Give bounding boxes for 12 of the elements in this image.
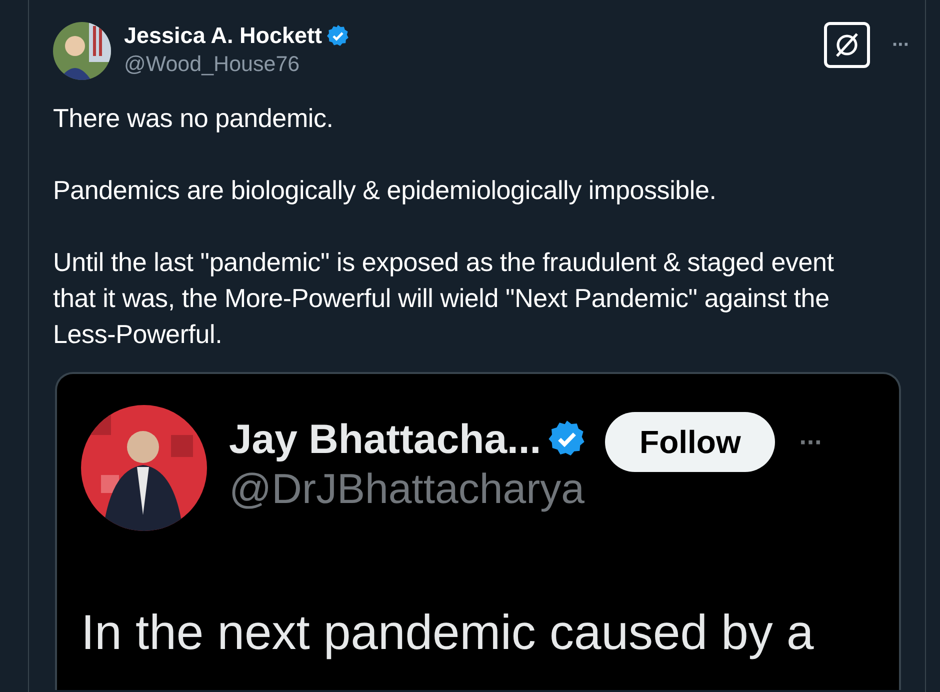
post-text: There was no pandemic. bbox=[53, 102, 334, 135]
author-name[interactable]: Jay Bhattacha... bbox=[229, 417, 542, 461]
post-text: Until the last "pandemic" is exposed as the fraudulent & staged event that it was, the More-Powerful will wield "Next Pandemic" against the Less-Powerful. bbox=[53, 246, 835, 351]
author-handle[interactable]: @Wood_House76 bbox=[124, 51, 350, 77]
quoted-post[interactable]: Jay Bhattacha... @DrJBhattacharya Follow ··· In the next pandemic caused by a bbox=[55, 372, 901, 690]
post-text: In the next pandemic caused by a bbox=[81, 605, 815, 661]
more-button[interactable]: ··· bbox=[892, 30, 909, 60]
more-button[interactable]: ··· bbox=[799, 422, 822, 462]
author-name[interactable]: Jessica A. Hockett bbox=[124, 23, 322, 49]
post-text: Pandemics are biologically & epidemiologically impossible. bbox=[53, 174, 718, 207]
follow-button[interactable]: Follow bbox=[605, 412, 776, 472]
author-handle[interactable]: @DrJBhattacharya bbox=[229, 467, 588, 511]
